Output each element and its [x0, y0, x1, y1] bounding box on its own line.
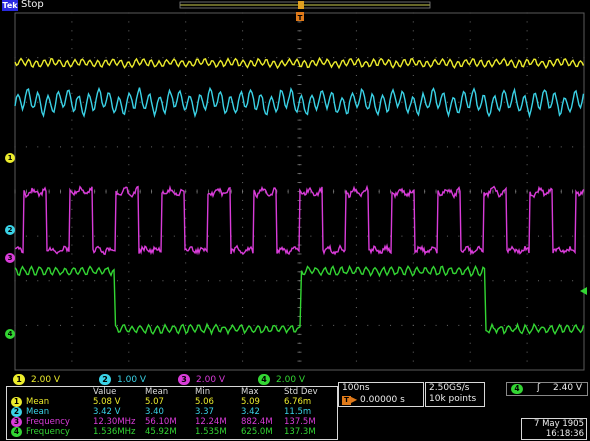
ch1-ground-marker[interactable]: 1 — [5, 153, 15, 163]
meas-ch3-badge: 3 — [11, 417, 22, 427]
ch2-badge: 2 — [99, 374, 111, 385]
ch4-badge: 4 — [258, 374, 270, 385]
trigger-readout[interactable]: 4 ʃ 2.40 V — [506, 382, 588, 396]
meas-ch2-badge: 2 — [11, 407, 22, 417]
ch3-scale-value: 2.00 V — [196, 375, 226, 385]
acquisition-readout[interactable]: 2.50GS/s 10k points — [425, 382, 485, 407]
trigger-source-badge: 4 — [511, 384, 523, 394]
ch1-scale-value: 2.00 V — [31, 375, 61, 385]
date-label: 7 May 1905 — [533, 419, 584, 429]
rising-edge-icon: ʃ — [537, 383, 541, 393]
trigger-level: 2.40 V — [553, 383, 583, 393]
date-time-display: 7 May 1905 16:18:36 — [521, 418, 587, 440]
meas-type: Mean — [26, 407, 50, 417]
trigger-position-marker[interactable]: T — [296, 12, 304, 22]
meas-max: 625.0M — [241, 427, 273, 437]
sample-rate: 2.50GS/s — [429, 383, 470, 393]
svg-text:T: T — [298, 14, 303, 22]
measurement-table[interactable]: Value Mean Min Max Std Dev 1 Mean 5.08 V … — [6, 386, 338, 440]
meas-ch1-badge: 1 — [11, 397, 22, 407]
ch4-scale-value: 2.00 V — [276, 375, 306, 385]
meas-mean: 45.92M — [145, 427, 177, 437]
arrow-right-icon: ▶ — [351, 395, 358, 404]
ch2-scale-value: 1.00 V — [117, 375, 147, 385]
meas-value: 1.536MHz — [93, 427, 136, 437]
meas-min: 1.535M — [195, 427, 227, 437]
record-length: 10k points — [429, 394, 477, 404]
ch4-ground-marker[interactable]: 4 — [5, 329, 15, 339]
ch1-badge: 1 — [13, 374, 25, 385]
bottom-readout-panel: 1 2.00 V 2 1.00 V 3 2.00 V 4 2.00 V Value Me… — [0, 372, 590, 441]
ch4-waveform — [14, 264, 585, 336]
timebase-readout[interactable]: 100ns T ▶ 0.00000 s — [338, 382, 424, 407]
ch3-badge: 3 — [178, 374, 190, 385]
horizontal-position: 0.00000 s — [360, 395, 405, 405]
ch1-scale[interactable]: 1 2.00 V — [13, 374, 60, 386]
record-buffer-bar — [179, 1, 431, 9]
time-per-div: 100ns — [342, 383, 370, 393]
ch3-ground-marker[interactable]: 3 — [5, 253, 15, 263]
ch4-scale[interactable]: 4 2.00 V — [258, 374, 305, 386]
meas-ch4-badge: 4 — [11, 427, 22, 437]
ch3-waveform — [14, 184, 585, 256]
meas-type: Frequency — [26, 427, 70, 437]
trigger-position-icon: T — [342, 396, 351, 405]
waveform-display[interactable]: T — [0, 0, 590, 372]
meas-stddev: 137.3M — [284, 427, 316, 437]
meas-type: Frequency — [26, 417, 70, 427]
meas-type: Mean — [26, 397, 50, 407]
ch2-scale[interactable]: 2 1.00 V — [99, 374, 146, 386]
ch3-scale[interactable]: 3 2.00 V — [178, 374, 225, 386]
ch2-ground-marker[interactable]: 2 — [5, 225, 15, 235]
time-label: 16:18:36 — [545, 429, 584, 439]
